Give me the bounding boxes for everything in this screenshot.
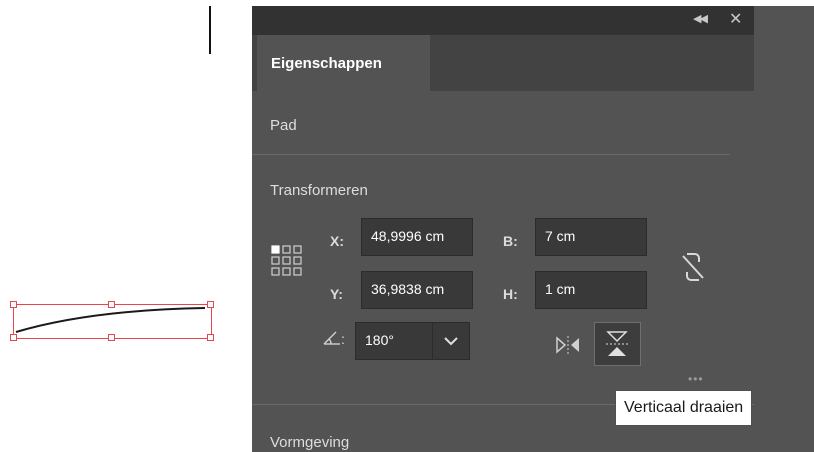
selection-handle-bottom-right[interactable] <box>207 334 214 341</box>
selection-handle-bottom-left[interactable] <box>10 334 17 341</box>
selection-handle-top-right[interactable] <box>207 301 214 308</box>
flip-horizontal-icon[interactable] <box>555 335 581 355</box>
height-label: H: <box>503 286 518 302</box>
width-label: B: <box>503 233 518 249</box>
y-position-input[interactable]: 36,9838 cm <box>361 271 473 309</box>
panel-title-bar: ◀◀ ✕ <box>252 6 754 35</box>
x-label: X: <box>330 233 344 249</box>
rotation-angle-input[interactable]: 180° <box>355 322 433 360</box>
divider <box>252 154 730 155</box>
panel-side-strip <box>754 6 814 452</box>
width-input[interactable]: 7 cm <box>535 218 647 256</box>
angle-label: : <box>341 331 345 347</box>
flip-vertical-icon <box>606 331 628 356</box>
more-options-icon[interactable]: ••• <box>688 372 704 386</box>
tab-label: Eigenschappen <box>271 55 382 72</box>
section-path-label: Pad <box>270 117 297 134</box>
selected-path[interactable] <box>0 0 240 452</box>
tab-eigenschappen[interactable]: Eigenschappen <box>257 35 430 91</box>
unlink-proportions-icon[interactable] <box>678 250 708 284</box>
selection-handle-top-middle[interactable] <box>108 301 115 308</box>
x-position-input[interactable]: 48,9996 cm <box>361 218 473 256</box>
selection-handle-top-left[interactable] <box>10 301 17 308</box>
rotation-angle-dropdown[interactable] <box>432 322 470 360</box>
close-icon[interactable]: ✕ <box>729 9 742 29</box>
flip-vertical-button[interactable] <box>594 322 641 366</box>
y-label: Y: <box>330 286 343 302</box>
section-appearance-label: Vormgeving <box>270 434 350 451</box>
section-transform-label: Transformeren <box>270 182 368 199</box>
properties-panel: ◀◀ ✕ Eigenschappen Pad Transformeren Vor… <box>252 6 754 452</box>
tooltip: Verticaal draaien <box>615 390 753 426</box>
chevron-down-icon <box>444 337 458 346</box>
selection-handle-bottom-middle[interactable] <box>108 334 115 341</box>
height-input[interactable]: 1 cm <box>535 271 647 309</box>
angle-icon <box>323 331 340 345</box>
double-chevron-left-icon[interactable]: ◀◀ <box>693 12 708 25</box>
reference-point-grid-icon[interactable] <box>270 244 312 284</box>
